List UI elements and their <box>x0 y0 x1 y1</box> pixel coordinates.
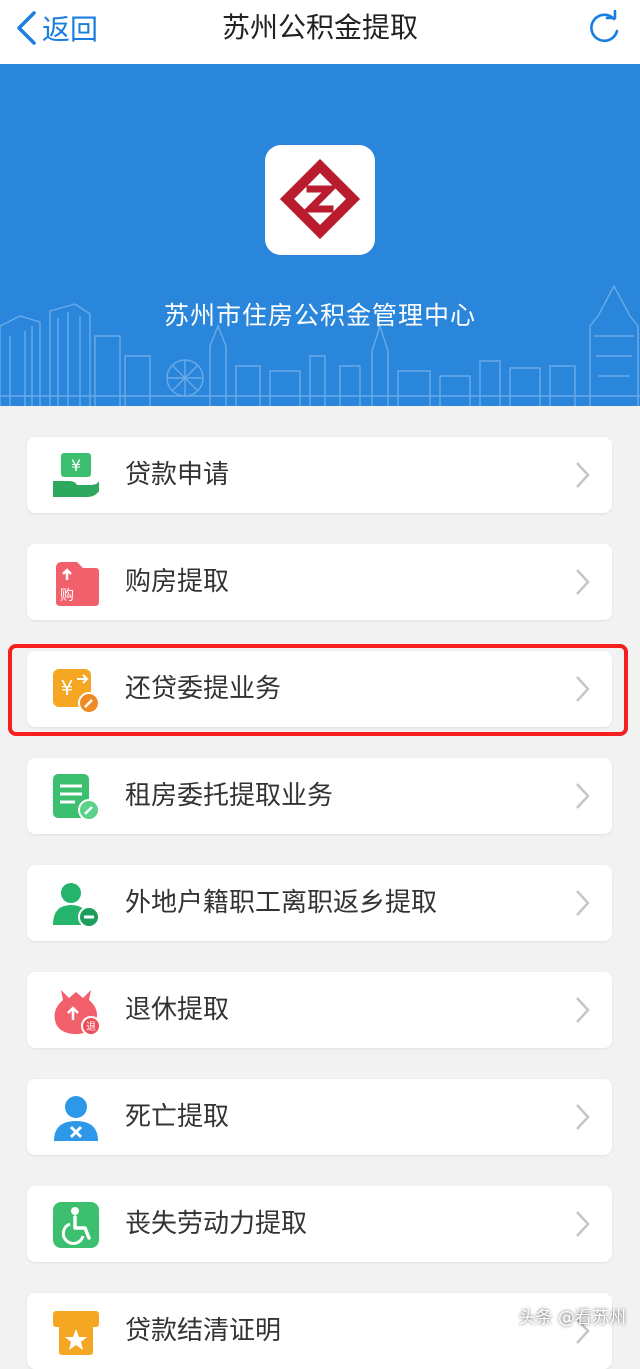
loan-hand-icon: ¥ <box>53 453 99 497</box>
chevron-right-icon <box>576 890 590 916</box>
housing-fund-logo-icon <box>279 159 361 240</box>
chevron-right-icon <box>576 462 590 488</box>
chevron-right-icon <box>576 1104 590 1130</box>
chevron-right-icon <box>576 676 590 702</box>
navigation-bar: 返回 苏州公积金提取 <box>0 0 640 64</box>
organization-name: 苏州市住房公积金管理中心 <box>163 301 476 330</box>
user-minus-icon <box>53 883 100 928</box>
svg-text:¥: ¥ <box>61 676 74 700</box>
menu-item-label: 贷款结清证明 <box>125 1316 282 1346</box>
menu-item-label: 外地户籍职工离职返乡提取 <box>125 888 438 918</box>
menu-item-repayment-delegation[interactable]: ¥ 还贷委提业务 <box>27 651 612 727</box>
purchase-house-icon: 购 <box>56 562 99 606</box>
chevron-right-icon <box>576 569 590 595</box>
menu-item-death-withdrawal[interactable]: 死亡提取 <box>27 1079 612 1155</box>
watermark: 头条 @看苏州 <box>518 1308 626 1328</box>
svg-text:购: 购 <box>60 588 74 604</box>
chevron-right-icon <box>576 997 590 1023</box>
svg-text:退: 退 <box>86 1021 96 1033</box>
housing-fund-logo <box>265 145 375 255</box>
menu-item-label: 租房委托提取业务 <box>125 781 334 811</box>
repayment-yen-icon: ¥ <box>53 669 100 714</box>
menu-item-label: 丧失劳动力提取 <box>125 1209 308 1239</box>
menu-item-rent-delegation[interactable]: 租房委托提取业务 <box>27 758 612 834</box>
menu-item-purchase-withdrawal[interactable]: 购 购房提取 <box>27 544 612 620</box>
menu-item-label: 购房提取 <box>125 567 230 597</box>
user-x-icon <box>54 1096 98 1141</box>
wheelchair-icon <box>53 1202 99 1248</box>
chevron-right-icon <box>576 1211 590 1237</box>
menu-item-label: 退休提取 <box>125 995 230 1025</box>
retirement-pouch-icon: 退 <box>54 990 101 1036</box>
chevron-right-icon <box>576 783 590 809</box>
menu-item-label: 还贷委提业务 <box>125 674 282 704</box>
menu-item-label: 贷款申请 <box>125 460 230 490</box>
header-banner: 苏州市住房公积金管理中心 <box>0 64 640 406</box>
menu-item-label: 死亡提取 <box>125 1102 230 1132</box>
menu-item-retirement-withdrawal[interactable]: 退 退休提取 <box>27 972 612 1048</box>
rent-document-icon <box>53 774 100 821</box>
menu-item-incapacity-withdrawal[interactable]: 丧失劳动力提取 <box>27 1186 612 1262</box>
menu-item-loan-application[interactable]: ¥ 贷款申请 <box>27 437 612 513</box>
svg-text:¥: ¥ <box>71 456 81 475</box>
certificate-icon <box>53 1311 99 1355</box>
menu-item-nonlocal-resignation[interactable]: 外地户籍职工离职返乡提取 <box>27 865 612 941</box>
refresh-icon[interactable] <box>586 10 622 46</box>
page-title: 苏州公积金提取 <box>221 11 418 44</box>
